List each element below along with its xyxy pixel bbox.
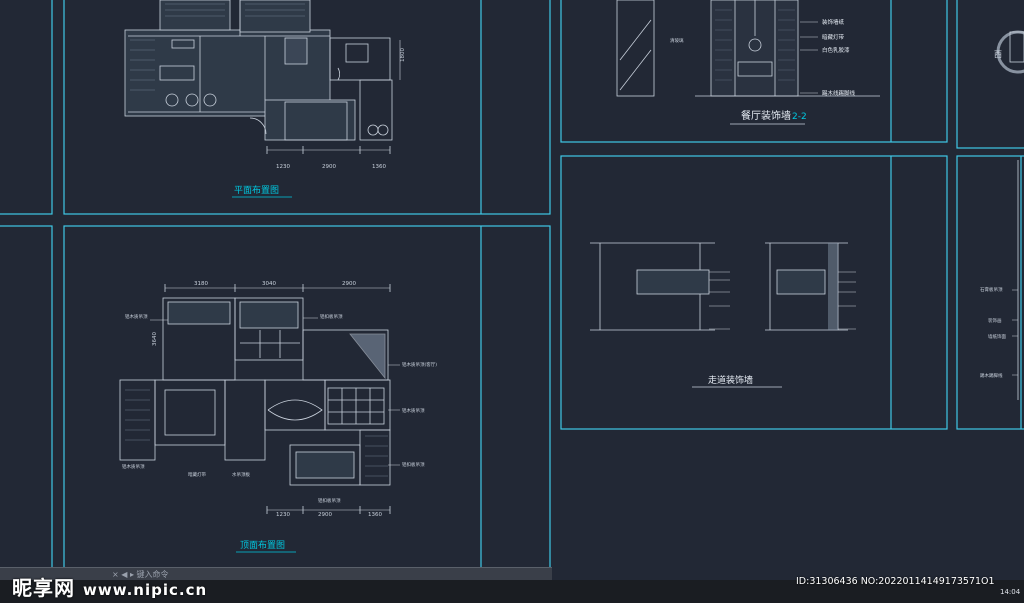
bottom-plan-top-dim-3: 2900 [342, 281, 356, 287]
watermark-logo: 昵享网 www.nipic.cn [12, 572, 207, 601]
right-note-3: 墙纸饰面 [988, 333, 1006, 340]
right-panel-drawing [996, 30, 1024, 400]
ceiling-label-2: 铝扣板吊顶 [320, 313, 343, 320]
cad-drawing-canvas[interactable]: 1230 2900 1360 1800 平面布置图 3180 3040 2900… [0, 0, 1024, 603]
dining-note-1: 装饰墙纸 [822, 18, 845, 26]
ceiling-label-6: 铝扣板吊顶 [318, 497, 341, 504]
top-plan-dim-3: 1360 [372, 164, 386, 170]
dining-wall-title: 餐厅装饰墙 [741, 109, 791, 122]
sheet-frame-corridor-wall [560, 155, 948, 430]
top-plan-dim-1: 1230 [276, 164, 290, 170]
dining-note-2: 暗藏灯带 [822, 33, 845, 41]
top-plan-dim-2: 2900 [322, 164, 336, 170]
watermark-url: www.nipic.cn [83, 581, 208, 599]
ceiling-label-1: 铝木质吊顶 [125, 313, 148, 320]
bottom-ceiling-plan [119, 284, 400, 514]
ceiling-label-7: 铝木质吊顶 [122, 463, 145, 470]
bottom-plan-dim-3: 1360 [368, 512, 382, 518]
right-note-4: 踢木踢脚线 [980, 372, 1003, 379]
taskbar-clock: 14:04 [1000, 588, 1021, 596]
top-plan-side-dim: 1800 [400, 48, 406, 62]
right-note-2: 装饰画 [988, 317, 1002, 324]
dining-note-4: 踢木线踢脚线 [822, 89, 856, 97]
corridor-wall-elevation [590, 242, 856, 331]
top-plan-title: 平面布置图 [234, 184, 279, 196]
top-floor-plan [124, 0, 401, 154]
right-note-1: 石膏板吊顶 [980, 286, 1003, 293]
ceiling-label-4: 铝木质吊顶 [402, 407, 425, 414]
dining-left-note: 清玻璃 [670, 37, 684, 44]
dining-note-3: 白色乳胶漆 [822, 46, 850, 54]
ceiling-label-5: 铝扣板吊顶 [402, 461, 425, 468]
ceiling-label-9: 水吊顶板 [232, 471, 250, 478]
bottom-plan-dim-2: 2900 [318, 512, 332, 518]
bottom-plan-top-dim-1: 3180 [194, 281, 208, 287]
ceiling-label-8: 暗藏灯带 [188, 471, 206, 478]
ceiling-label-3: 铝木质吊顶(客厅) [402, 361, 437, 368]
image-id-text: ID:31306436 NO:20220114149173571O1 [796, 576, 995, 587]
compass-west-label: 西 [994, 50, 1002, 59]
watermark-logo-text: 昵享网 [12, 576, 75, 600]
sheet-frame-bottom-plan [63, 225, 551, 567]
bottom-plan-dim-1: 1230 [276, 512, 290, 518]
bottom-plan-top-dim-2: 3040 [262, 281, 276, 287]
dining-wall-scale: 2-2 [792, 112, 807, 122]
sheet-frame-left-top [0, 0, 53, 215]
bottom-plan-title: 顶面布置图 [240, 539, 285, 551]
corridor-wall-title: 走道装饰墙 [708, 374, 753, 386]
sheet-frame-right-top [956, 0, 1024, 149]
sheet-frame-left-bottom [0, 225, 53, 567]
bottom-plan-side-dim: 3640 [152, 332, 158, 346]
